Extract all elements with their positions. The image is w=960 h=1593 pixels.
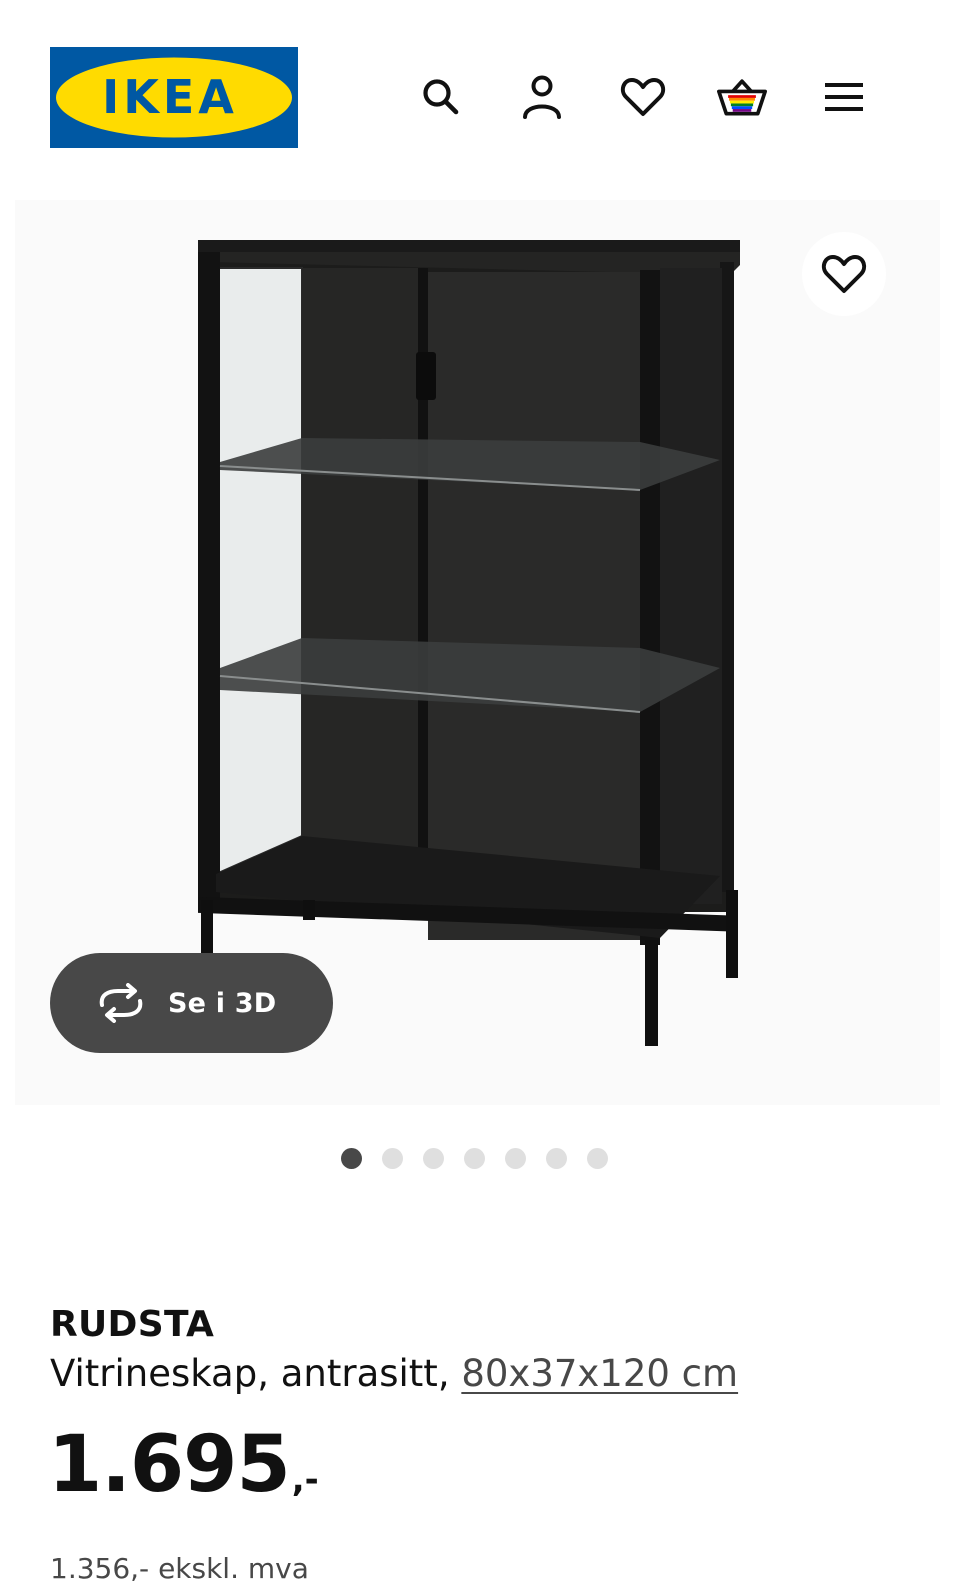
menu-icon[interactable] xyxy=(819,72,869,122)
basket-icon[interactable] xyxy=(717,72,767,122)
site-header: IKEA xyxy=(0,0,960,190)
favourite-button[interactable] xyxy=(802,232,886,316)
ikea-logo-graphic: IKEA xyxy=(50,47,298,148)
product-type: Vitrineskap, antrasitt, xyxy=(50,1352,450,1395)
price-suffix: ,- xyxy=(291,1460,319,1500)
image-pagination xyxy=(341,1148,608,1170)
pagination-dot-7[interactable] xyxy=(587,1148,608,1169)
price-amount: 1.695 xyxy=(48,1420,291,1510)
product-measurements-link[interactable]: 80x37x120 cm xyxy=(461,1352,738,1395)
account-icon[interactable] xyxy=(517,72,567,122)
product-description: Vitrineskap, antrasitt, 80x37x120 cm xyxy=(50,1352,738,1395)
pagination-dot-3[interactable] xyxy=(423,1148,444,1169)
pagination-dot-4[interactable] xyxy=(464,1148,485,1169)
product-name: RUDSTA xyxy=(50,1304,215,1345)
view-in-3d-button[interactable]: Se i 3D xyxy=(50,953,333,1053)
heart-icon xyxy=(821,255,867,293)
ikea-logo[interactable]: IKEA xyxy=(50,47,298,148)
logo-text: IKEA xyxy=(102,70,238,124)
rotate-icon xyxy=(94,983,148,1023)
wishlist-heart-icon[interactable] xyxy=(618,72,668,122)
pagination-dot-6[interactable] xyxy=(546,1148,567,1169)
pagination-dot-5[interactable] xyxy=(505,1148,526,1169)
pagination-dot-2[interactable] xyxy=(382,1148,403,1169)
search-icon[interactable] xyxy=(416,72,466,122)
pagination-dot-1[interactable] xyxy=(341,1148,362,1169)
product-price: 1.695 ,- xyxy=(48,1420,319,1510)
view-in-3d-label: Se i 3D xyxy=(168,987,277,1019)
price-excluding-vat: 1.356,- ekskl. mva xyxy=(50,1552,309,1585)
